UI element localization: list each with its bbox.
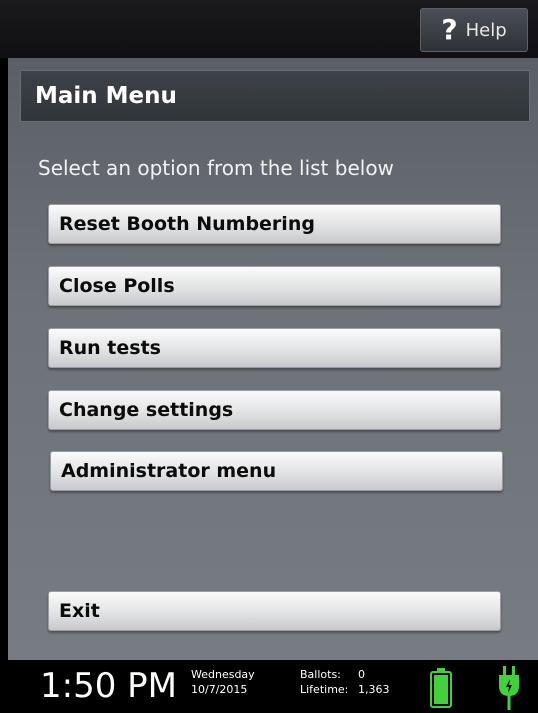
lifetime-value: 1,363: [358, 683, 390, 696]
help-button[interactable]: ? Help: [420, 8, 528, 52]
instruction-text: Select an option from the list below: [38, 156, 394, 180]
battery-full-icon: [430, 668, 452, 708]
ballots-value: 0: [358, 668, 365, 681]
main-panel: Main Menu Select an option from the list…: [8, 58, 538, 660]
ac-power-plug-icon: [499, 666, 519, 710]
date: 10/7/2015: [191, 683, 248, 696]
title-bar: Main Menu: [20, 70, 530, 122]
ballots-label: Ballots:: [300, 668, 341, 681]
change-settings-button[interactable]: Change settings: [48, 390, 501, 430]
ballot-counts: Ballots: 0 Lifetime: 1,363: [300, 667, 390, 697]
top-bar: ? Help: [0, 0, 538, 58]
run-tests-button[interactable]: Run tests: [48, 328, 501, 368]
lifetime-label: Lifetime:: [300, 683, 349, 696]
clock-time: 1:50 PM: [40, 666, 177, 706]
date-block: Wednesday 10/7/2015: [191, 667, 255, 697]
weekday: Wednesday: [191, 668, 255, 681]
exit-button[interactable]: Exit: [48, 591, 501, 631]
administrator-menu-button[interactable]: Administrator menu: [50, 451, 503, 491]
help-button-label: Help: [465, 19, 507, 41]
close-polls-button[interactable]: Close Polls: [48, 266, 501, 306]
question-mark-icon: ?: [441, 13, 458, 46]
status-bar: 1:50 PM Wednesday 10/7/2015 Ballots: 0 L…: [0, 660, 538, 713]
page-title: Main Menu: [35, 83, 177, 109]
reset-booth-numbering-button[interactable]: Reset Booth Numbering: [48, 204, 501, 244]
